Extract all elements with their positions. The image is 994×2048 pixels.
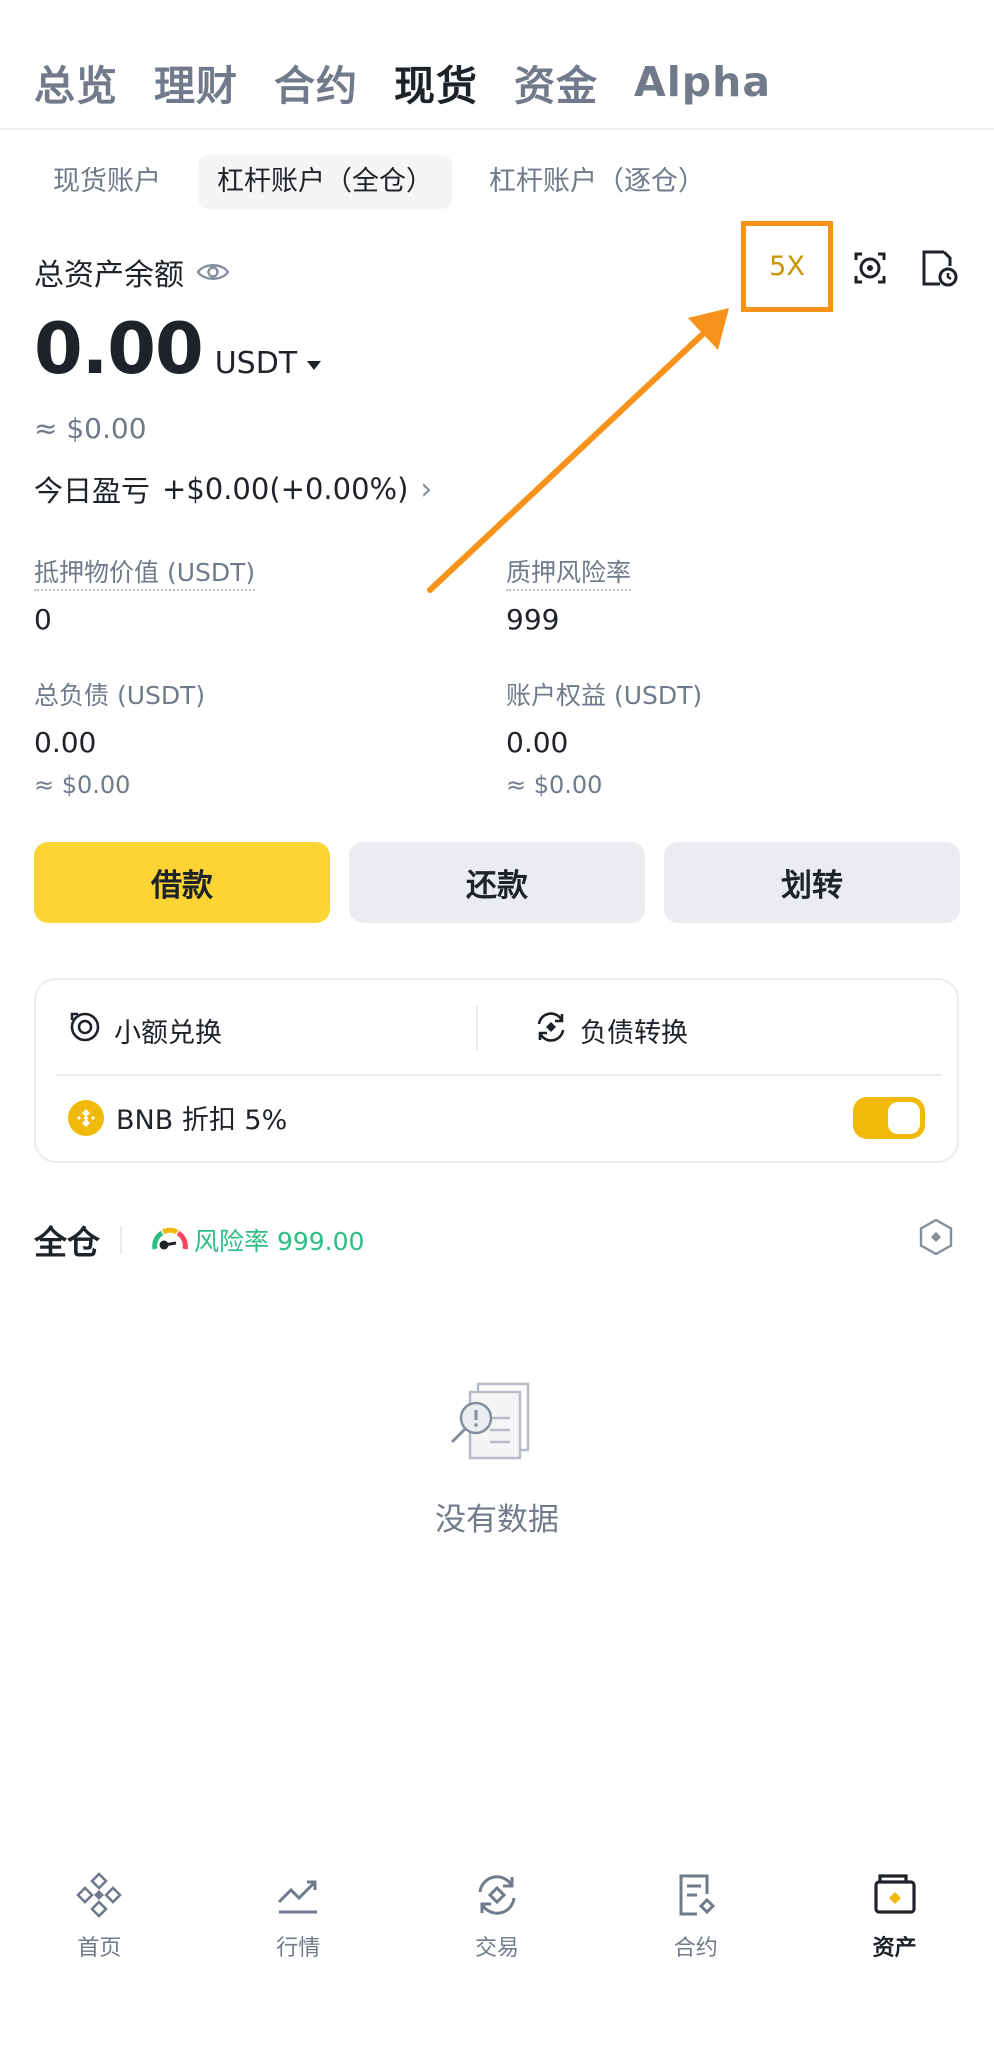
collateral-metric: 抵押物价值 (USDT) 0: [34, 553, 256, 636]
risk-ratio-value: 999: [506, 603, 560, 636]
markets-icon: [273, 1870, 323, 1920]
tab-overview[interactable]: 总览: [34, 52, 118, 112]
total-debt-approx: ≈ $0.00: [34, 771, 131, 799]
account-sub-tabs: 现货账户 杠杆账户（全仓） 杠杆账户（逐仓）: [34, 155, 724, 209]
tools-card: 小额兑换 负债转换 BNB 折扣 5%: [34, 978, 959, 1163]
subtab-spot-account[interactable]: 现货账户: [34, 155, 180, 209]
caret-down-icon: [307, 361, 322, 370]
unit-selector[interactable]: USDT: [214, 346, 322, 381]
bnb-discount-row: BNB 折扣 5%: [68, 1098, 287, 1137]
action-buttons: 借款 还款 划转: [34, 842, 960, 923]
nav-markets-label: 行情: [276, 1936, 321, 1961]
risk-ratio-label[interactable]: 质押风险率: [506, 558, 632, 591]
tab-alpha[interactable]: Alpha: [634, 58, 771, 106]
nav-markets[interactable]: 行情: [199, 1870, 398, 1990]
today-pnl-row[interactable]: 今日盈亏 +$0.00(+0.00%) ›: [34, 468, 432, 510]
subtab-isolated-margin[interactable]: 杠杆账户（逐仓）: [470, 155, 724, 209]
bnb-coin-icon: [68, 1099, 104, 1136]
equity-value: 0.00: [506, 726, 569, 759]
nav-trade[interactable]: 交易: [398, 1870, 597, 1990]
tab-earn[interactable]: 理财: [154, 52, 238, 112]
pnl-label: 今日盈亏: [34, 474, 151, 508]
collateral-value: 0: [34, 603, 52, 636]
risk-ratio-metric: 质押风险率 999: [506, 553, 632, 636]
home-icon: [74, 1870, 124, 1920]
swap-camera-icon[interactable]: [848, 246, 892, 290]
tab-futures[interactable]: 合约: [274, 52, 358, 112]
balance-label-row: 总资产余额: [34, 250, 230, 294]
card-divider: [56, 1074, 941, 1076]
cross-title: 全仓: [34, 1223, 100, 1262]
nav-trade-label: 交易: [474, 1936, 519, 1961]
top-divider: [0, 128, 994, 130]
subtab-cross-margin[interactable]: 杠杆账户（全仓）: [198, 155, 452, 209]
small-convert-label: 小额兑换: [114, 1018, 222, 1049]
repay-button[interactable]: 还款: [349, 842, 645, 923]
balance-unit: USDT: [214, 346, 298, 381]
small-convert-icon: [68, 1010, 102, 1051]
debt-convert-label: 负债转换: [580, 1018, 688, 1049]
debt-convert-icon: [534, 1010, 568, 1051]
hexagon-settings-icon[interactable]: [918, 1218, 954, 1260]
nav-assets-label: 资产: [872, 1936, 917, 1961]
equity-metric: 账户权益 (USDT) 0.00 ≈ $0.00: [506, 676, 702, 799]
no-data-text: 没有数据: [435, 1502, 559, 1538]
trade-icon: [472, 1870, 522, 1920]
top-tab-bar: 总览 理财 合约 现货 资金 Alpha: [34, 52, 771, 112]
collateral-label[interactable]: 抵押物价值 (USDT): [34, 558, 256, 591]
chevron-right-icon: ›: [420, 471, 433, 507]
nav-assets[interactable]: 资产: [795, 1870, 994, 1990]
transfer-button[interactable]: 划转: [664, 842, 960, 923]
nav-home[interactable]: 首页: [0, 1870, 199, 1990]
cross-margin-header: 全仓 风险率 999.00: [34, 1216, 364, 1264]
balance-amount: 0.00: [34, 308, 204, 390]
debt-convert-button[interactable]: 负债转换: [534, 1010, 688, 1051]
tool-separator: [476, 1006, 478, 1050]
risk-gauge-icon: [150, 1223, 190, 1257]
leverage-button[interactable]: 5X: [741, 221, 833, 312]
history-icon[interactable]: [916, 246, 960, 290]
eye-icon[interactable]: [196, 260, 230, 284]
bnb-discount-label: BNB 折扣 5%: [116, 1105, 288, 1136]
risk-rate-label: 风险率 999.00: [194, 1227, 365, 1256]
pnl-value: +$0.00(+0.00%): [162, 472, 409, 506]
total-debt-value: 0.00: [34, 726, 97, 759]
balance-approx: ≈ $0.00: [34, 412, 147, 445]
nav-home-label: 首页: [77, 1936, 122, 1961]
total-debt-metric: 总负债 (USDT) 0.00 ≈ $0.00: [34, 676, 205, 799]
bottom-nav: 首页 行情 交易 合约 资产: [0, 1870, 994, 1990]
total-debt-label: 总负债 (USDT): [34, 681, 206, 710]
balance-label: 总资产余额: [34, 258, 184, 293]
total-balance: 0.00 USDT: [34, 308, 322, 390]
bnb-discount-toggle[interactable]: [853, 1097, 925, 1139]
toggle-knob: [888, 1102, 920, 1134]
cross-separator: [120, 1226, 122, 1254]
tab-funding[interactable]: 资金: [514, 52, 598, 112]
nav-futures-label: 合约: [673, 1936, 718, 1961]
small-convert-button[interactable]: 小额兑换: [68, 1010, 222, 1051]
borrow-button[interactable]: 借款: [34, 842, 330, 923]
wallet-icon: [870, 1870, 920, 1920]
equity-approx: ≈ $0.00: [506, 771, 603, 799]
tab-spot[interactable]: 现货: [394, 52, 478, 112]
futures-icon: [671, 1870, 721, 1920]
no-data-icon: [446, 1378, 546, 1482]
nav-futures[interactable]: 合约: [596, 1870, 795, 1990]
equity-label: 账户权益 (USDT): [506, 681, 703, 710]
